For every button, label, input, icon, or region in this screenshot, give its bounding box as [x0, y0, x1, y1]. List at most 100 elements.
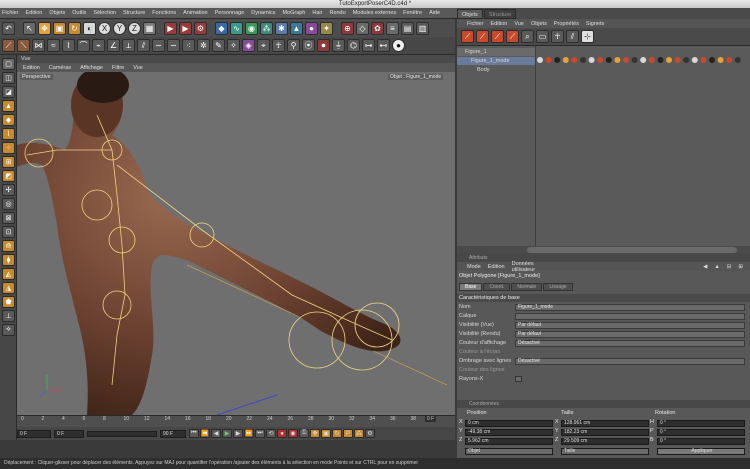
- layout-icon[interactable]: ▤: [401, 21, 414, 35]
- coord-size-select[interactable]: Taille: [561, 448, 649, 455]
- autokey-icon[interactable]: ◉: [288, 429, 298, 438]
- attr-field-ombrage[interactable]: Désactivé: [515, 358, 745, 365]
- objmenu-fichier[interactable]: Fichier: [467, 21, 484, 27]
- menu-structure[interactable]: Structure: [123, 10, 145, 16]
- ik-filter-icon[interactable]: ⫽: [566, 30, 579, 43]
- constraint-icon[interactable]: ⌖: [257, 39, 270, 52]
- objmenu-vue[interactable]: Vue: [514, 21, 524, 27]
- rayons-x-checkbox[interactable]: [515, 376, 522, 382]
- timeline-settings-icon[interactable]: ⚙: [365, 429, 375, 438]
- object-tag-icon[interactable]: [717, 57, 724, 63]
- goto-start-icon[interactable]: ⏮: [189, 429, 199, 438]
- object-tag-icon[interactable]: [700, 57, 707, 63]
- coord-pos-z-field[interactable]: 5.962 cm: [465, 438, 553, 445]
- attr-field-nom[interactable]: Figure_1_mode: [515, 304, 745, 311]
- coord-rot-p-field[interactable]: 0 °: [657, 429, 745, 436]
- viewport-menu-vue[interactable]: Vue: [133, 65, 143, 71]
- chain-icon[interactable]: ⫽: [137, 39, 150, 52]
- menu-fenetre[interactable]: Fenêtre: [403, 10, 422, 16]
- last-tool-icon[interactable]: ◐: [83, 21, 96, 35]
- spline-ik-icon[interactable]: ∽: [167, 39, 180, 52]
- 3d-viewport[interactable]: [17, 55, 455, 415]
- record-icon[interactable]: ●: [392, 39, 405, 52]
- search-icon[interactable]: ⌕: [521, 30, 534, 43]
- bone-filter-icon[interactable]: ⟋: [461, 30, 474, 43]
- keyframe-selection-icon[interactable]: ⚿: [299, 429, 309, 438]
- timeline-ruler[interactable]: 0 2 4 6 8 10 12 14 16 18 20 22 24 26 28 30 32 34 36 38 0 F: [17, 415, 455, 427]
- menu-personnage[interactable]: Personnage: [215, 10, 245, 16]
- object-tag-icon[interactable]: [657, 57, 664, 63]
- object-mode-icon[interactable]: ◆: [2, 114, 15, 126]
- quantize-icon[interactable]: ⊡: [2, 226, 15, 238]
- workplane-icon[interactable]: ◪: [2, 86, 15, 98]
- coord-rot-h-field[interactable]: 0 °: [657, 420, 745, 427]
- spline-icon[interactable]: ∿: [230, 21, 243, 35]
- coord-size-y-field[interactable]: 182.23 cm: [561, 429, 649, 436]
- attr-tab-lissage[interactable]: Lissage: [543, 283, 573, 291]
- cube-icon[interactable]: ◆: [215, 21, 228, 35]
- start-frame-field[interactable]: 0 F: [54, 429, 84, 438]
- objmenu-signets[interactable]: Signets: [586, 21, 604, 27]
- tab-objets[interactable]: Objets: [457, 9, 483, 19]
- back-arrow-icon[interactable]: ◀: [703, 264, 707, 270]
- lock-icon[interactable]: ⊟: [727, 264, 732, 270]
- menu-dynamics[interactable]: Dynamics: [251, 10, 275, 16]
- object-tag-icon[interactable]: [580, 57, 586, 63]
- object-tag-icon[interactable]: [571, 57, 578, 63]
- object-tag-icon[interactable]: [631, 57, 638, 63]
- pose-morph-icon[interactable]: ◈: [242, 39, 255, 52]
- keyframe-icon[interactable]: ⌬: [347, 39, 360, 52]
- objmenu-proprietes[interactable]: Propriétés: [554, 21, 579, 27]
- z-axis-icon[interactable]: Z: [128, 21, 141, 35]
- loop-icon[interactable]: ⟲: [266, 429, 276, 438]
- new-panel-icon[interactable]: ⊞: [738, 264, 743, 270]
- play-icon[interactable]: ▶: [222, 429, 232, 438]
- model-mode-icon[interactable]: ▲: [2, 100, 15, 112]
- solo-hierarchy-icon[interactable]: ◮: [2, 282, 15, 294]
- attr-field-vis-rendu[interactable]: Par défaut: [515, 331, 745, 338]
- object-tag-icon[interactable]: [648, 57, 655, 63]
- cmotion-icon[interactable]: ✧: [227, 39, 240, 52]
- polygons-mode-icon[interactable]: ◩: [2, 170, 15, 182]
- goto-end-icon[interactable]: ⏭: [255, 429, 265, 438]
- object-tag-icon[interactable]: [674, 57, 681, 63]
- pose-filter-icon[interactable]: ☥: [551, 30, 564, 43]
- bone-tool-icon[interactable]: ⟋: [2, 39, 15, 52]
- rotate-icon[interactable]: ↻: [68, 21, 81, 35]
- scene-icon[interactable]: ▲: [290, 21, 303, 35]
- move-icon[interactable]: ✥: [38, 21, 51, 35]
- record-key-icon[interactable]: ●: [277, 429, 287, 438]
- light-icon[interactable]: ✦: [320, 21, 333, 35]
- menu-rendu[interactable]: Rendu: [329, 10, 345, 16]
- object-tag-icon[interactable]: [734, 57, 741, 63]
- layers-icon[interactable]: ▥: [416, 21, 429, 35]
- prev-frame-icon[interactable]: ◀: [211, 429, 221, 438]
- coord-size-z-field[interactable]: 29.509 cm: [561, 438, 649, 445]
- menu-edition[interactable]: Edition: [26, 10, 43, 16]
- attr-tab-coord[interactable]: Coord.: [483, 283, 511, 291]
- object-tag-icon[interactable]: [554, 57, 561, 63]
- scale-icon[interactable]: ▣: [53, 21, 66, 35]
- menu-hair[interactable]: Hair: [312, 10, 322, 16]
- tab-structure[interactable]: Structure: [483, 9, 517, 19]
- align-icon[interactable]: ⟂: [122, 39, 135, 52]
- next-frame-icon[interactable]: ▶: [233, 429, 243, 438]
- timeline-icon[interactable]: ⏺: [317, 39, 330, 52]
- coord-pos-y-field[interactable]: -49.38 cm: [465, 429, 553, 436]
- menu-animation[interactable]: Animation: [183, 10, 207, 16]
- undo-icon[interactable]: ↶: [2, 21, 15, 35]
- camera-icon[interactable]: ●: [305, 21, 318, 35]
- object-manager-scrollbar[interactable]: [457, 246, 750, 254]
- object-tag-icon[interactable]: [640, 57, 647, 63]
- tag-icon[interactable]: ≡: [386, 21, 399, 35]
- coord-system-icon[interactable]: ▦: [143, 21, 156, 35]
- folder-icon[interactable]: ▭: [536, 30, 549, 43]
- python-icon[interactable]: ◇: [356, 21, 369, 35]
- object-tag-icon[interactable]: [709, 57, 715, 63]
- snap-icon[interactable]: ⊠: [2, 212, 15, 224]
- scrollbar-thumb[interactable]: [527, 247, 737, 253]
- attr-tab-base[interactable]: Base: [459, 283, 483, 291]
- viewport-menu-edition[interactable]: Edition: [23, 65, 40, 71]
- planar-workplane-icon[interactable]: ⧫: [2, 254, 15, 266]
- attrmenu-mode[interactable]: Mode: [467, 264, 481, 270]
